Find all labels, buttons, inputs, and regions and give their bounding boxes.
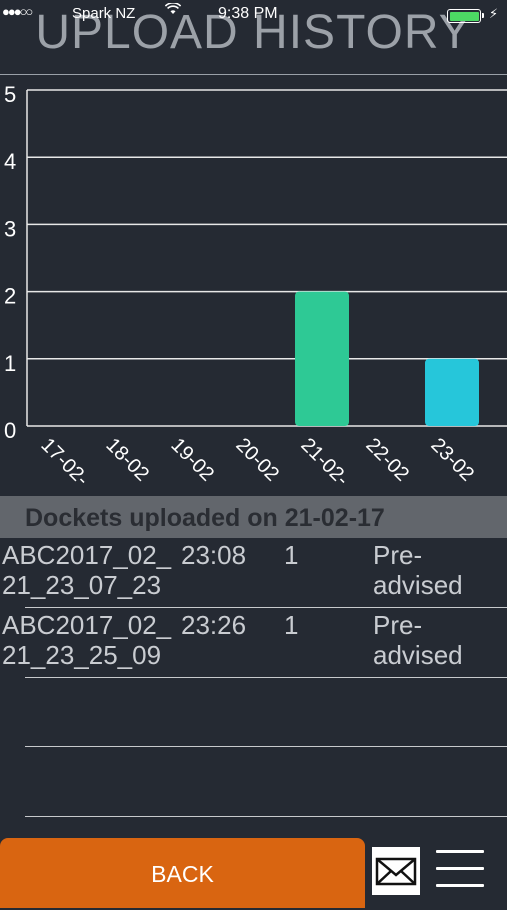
mail-button[interactable]	[372, 847, 420, 895]
x-tick-label: 21-02-	[296, 434, 352, 490]
docket-list: ABC2017_02_ 21_23_07_23 23:08 1 Pre- advise…	[0, 538, 507, 678]
menu-icon	[436, 867, 484, 870]
back-button[interactable]: BACK	[0, 838, 365, 908]
docket-name: ABC2017_02_ 21_23_25_09	[2, 610, 172, 670]
list-divider	[25, 746, 507, 747]
x-tick-label: 20-02	[231, 434, 283, 486]
list-divider	[25, 816, 507, 817]
mail-icon	[375, 857, 417, 886]
upload-chart: 0 1 2 3 4 5 17-02- 18-02 19-02 20-02 21-02- 22-02 23…	[4, 82, 507, 490]
title-divider	[0, 74, 507, 75]
wifi-icon	[165, 3, 181, 14]
menu-icon	[436, 850, 484, 853]
y-tick-label: 2	[4, 284, 16, 309]
x-tick-label: 23-02	[426, 434, 478, 486]
menu-icon	[436, 884, 484, 887]
clock: 9:38 PM	[218, 5, 278, 22]
y-tick-label: 5	[4, 82, 16, 107]
status-bar: ●●●○○ Spark NZ 9:38 PM ⚡	[0, 0, 507, 23]
section-header: Dockets uploaded on 21-02-17	[0, 496, 507, 538]
docket-count: 1	[284, 540, 299, 570]
y-tick-label: 4	[4, 149, 16, 174]
signal-strength-icon: ●●●○○	[2, 4, 33, 19]
docket-time: 23:26	[181, 610, 247, 640]
carrier-label: Spark NZ	[72, 5, 136, 22]
docket-count: 1	[284, 610, 299, 640]
list-item[interactable]: ABC2017_02_ 21_23_25_09 23:26 1 Pre- advise…	[0, 608, 507, 678]
y-tick-label: 1	[4, 351, 16, 376]
battery-icon	[447, 9, 484, 23]
x-tick-label: 19-02	[166, 434, 218, 486]
docket-time: 23:08	[181, 540, 247, 570]
bolt-icon: ⚡	[489, 6, 499, 21]
bar	[295, 291, 349, 426]
y-tick-label: 0	[4, 418, 16, 443]
y-tick-label: 3	[4, 216, 16, 241]
x-tick-label: 17-02-	[36, 434, 92, 490]
docket-name: ABC2017_02_ 21_23_07_23	[2, 540, 172, 600]
docket-status: Pre- advised	[373, 540, 463, 600]
docket-status: Pre- advised	[373, 610, 463, 670]
x-tick-label: 18-02	[101, 434, 153, 486]
menu-button[interactable]	[436, 848, 484, 890]
x-tick-label: 22-02	[361, 434, 413, 486]
bar	[425, 358, 479, 426]
list-item[interactable]: ABC2017_02_ 21_23_07_23 23:08 1 Pre- advise…	[0, 538, 507, 608]
list-divider	[25, 677, 507, 678]
